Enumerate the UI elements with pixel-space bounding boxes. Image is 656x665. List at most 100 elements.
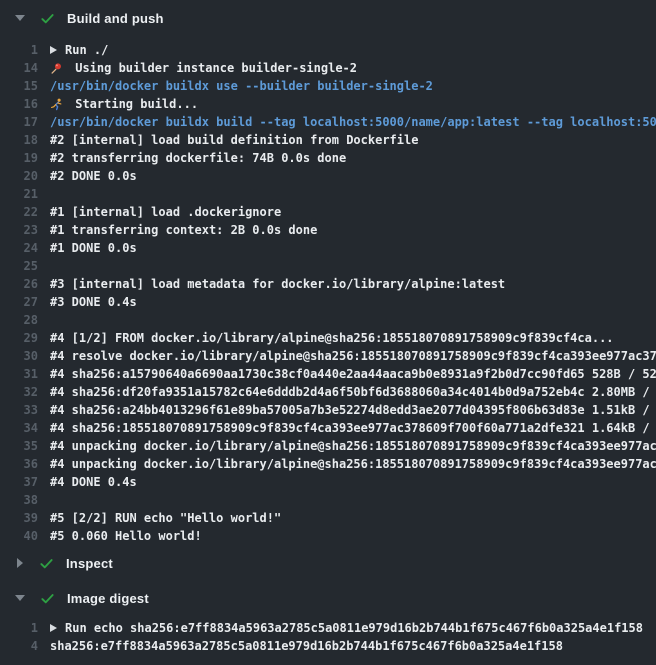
expand-arrow-icon[interactable]	[50, 46, 57, 54]
log-line: 35#4 unpacking docker.io/library/alpine@…	[0, 437, 656, 455]
log-line: 4 sha256:e7ff8834a5963a2785c5a0811e979d16…	[0, 637, 656, 655]
pushpin-icon	[50, 62, 63, 75]
line-number[interactable]: 30	[0, 349, 38, 363]
log-text: #4 [1/2] FROM docker.io/library/alpine@s…	[50, 331, 614, 345]
log-text-content: #5 [2/2] RUN echo "Hello world!"	[50, 511, 281, 525]
log-text-content: #4 sha256:185518070891758909c9f839cf4ca3…	[50, 421, 656, 435]
log-lines-build: 1 Run ./ 14 Using builder instance builder…	[0, 41, 656, 545]
line-number[interactable]: 16	[0, 97, 38, 111]
line-number[interactable]: 37	[0, 475, 38, 489]
log-text-content: sha256:e7ff8834a5963a2785c5a0811e979d16b…	[50, 639, 563, 653]
chevron-down-icon	[15, 15, 25, 21]
log-line: 40 #5 0.060 Hello world!	[0, 527, 656, 545]
line-number[interactable]: 20	[0, 169, 38, 183]
line-number[interactable]: 33	[0, 403, 38, 417]
line-number[interactable]: 14	[0, 61, 38, 75]
line-number[interactable]: 34	[0, 421, 38, 435]
line-number[interactable]: 40	[0, 529, 38, 543]
line-number[interactable]: 28	[0, 313, 38, 327]
line-number[interactable]: 31	[0, 367, 38, 381]
log-text: #3 DONE 0.4s	[50, 295, 137, 309]
log-text-content: #4 DONE 0.4s	[50, 475, 137, 489]
log-line: 17/usr/bin/docker buildx build --tag loc…	[0, 113, 656, 131]
line-number[interactable]: 38	[0, 493, 38, 507]
log-line: 38	[0, 491, 656, 509]
log-text: #4 unpacking docker.io/library/alpine@sh…	[50, 457, 656, 471]
log-text-content: #1 [internal] load .dockerignore	[50, 205, 281, 219]
check-success-icon	[40, 591, 55, 606]
log-line: 31 #4 sha256:a15790640a6690aa1730c38cf0a4…	[0, 365, 656, 383]
line-number[interactable]: 26	[0, 277, 38, 291]
section-title: Build and push	[67, 11, 164, 26]
log-text-content: #2 transferring dockerfile: 74B 0.0s don…	[50, 151, 346, 165]
section-header-image-digest[interactable]: Image digest	[0, 587, 656, 609]
line-number[interactable]: 39	[0, 511, 38, 525]
log-text: #3 [internal] load metadata for docker.i…	[50, 277, 505, 291]
line-number[interactable]: 23	[0, 223, 38, 237]
log-line: 32 #4 sha256:df20fa9351a15782c64e6dddb2d4…	[0, 383, 656, 401]
log-line: 15/usr/bin/docker buildx use --builder b…	[0, 77, 656, 95]
log-text: #4 sha256:a15790640a6690aa1730c38cf0a440…	[50, 367, 656, 381]
log-text-content: #4 resolve docker.io/library/alpine@sha2…	[50, 349, 656, 363]
section-inspect: Inspect	[0, 552, 656, 574]
log-line: 14 Using builder instance builder-single…	[0, 59, 656, 77]
line-number[interactable]: 4	[0, 639, 38, 653]
log-line: 18 #2 [internal] load build definition fr…	[0, 131, 656, 149]
line-number[interactable]: 32	[0, 385, 38, 399]
line-number[interactable]: 29	[0, 331, 38, 345]
line-number[interactable]: 24	[0, 241, 38, 255]
line-number[interactable]: 36	[0, 457, 38, 471]
log-line: 36 #4 unpacking docker.io/library/alpine@…	[0, 455, 656, 473]
log-text: #2 [internal] load build definition from…	[50, 133, 418, 147]
log-text-content: #2 DONE 0.0s	[50, 169, 137, 183]
line-number[interactable]: 17	[0, 115, 38, 129]
log-line: 28	[0, 311, 656, 329]
log-text-content: #1 transferring context: 2B 0.0s done	[50, 223, 317, 237]
section-header-inspect[interactable]: Inspect	[0, 552, 656, 574]
log-text-content: /usr/bin/docker buildx use --builder bui…	[50, 79, 433, 93]
log-text: #5 0.060 Hello world!	[50, 529, 202, 543]
log-line: 26 #3 [internal] load metadata for docker…	[0, 275, 656, 293]
log-text-content: #4 sha256:df20fa9351a15782c64e6dddb2d4a6…	[50, 385, 656, 399]
log-text: #4 resolve docker.io/library/alpine@sha2…	[50, 349, 656, 363]
log-text-content: #2 [internal] load build definition from…	[50, 133, 418, 147]
log-line: 27 #3 DONE 0.4s	[0, 293, 656, 311]
log-line: 19 #2 transferring dockerfile: 74B 0.0s d…	[0, 149, 656, 167]
check-success-icon	[39, 556, 54, 571]
log-text: sha256:e7ff8834a5963a2785c5a0811e979d16b…	[50, 639, 563, 653]
line-number[interactable]: 1	[0, 621, 38, 635]
line-number[interactable]: 22	[0, 205, 38, 219]
log-text: #1 [internal] load .dockerignore	[50, 205, 281, 219]
line-number[interactable]: 19	[0, 151, 38, 165]
log-line: 25	[0, 257, 656, 275]
line-number[interactable]: 25	[0, 259, 38, 273]
line-number[interactable]: 15	[0, 79, 38, 93]
line-number[interactable]: 27	[0, 295, 38, 309]
log-line: 22 #1 [internal] load .dockerignore	[0, 203, 656, 221]
log-text-content: Using builder instance builder-single-2	[75, 61, 357, 75]
log-text: #5 [2/2] RUN echo "Hello world!"	[50, 511, 281, 525]
expand-arrow-icon[interactable]	[50, 624, 57, 632]
log-text-content: Starting build...	[75, 97, 198, 111]
log-text: #4 sha256:185518070891758909c9f839cf4ca3…	[50, 421, 656, 435]
log-line: 1 Run echo sha256:e7ff8834a5963a2785c5a08…	[0, 619, 656, 637]
chevron-down-icon	[15, 595, 25, 601]
line-number[interactable]: 21	[0, 187, 38, 201]
log-line: 16 Starting build...	[0, 95, 656, 113]
section-header-build-and-push[interactable]: Build and push	[0, 7, 656, 29]
line-number[interactable]: 35	[0, 439, 38, 453]
log-line: 30 #4 resolve docker.io/library/alpine@sh…	[0, 347, 656, 365]
log-text: /usr/bin/docker buildx use --builder bui…	[50, 79, 433, 93]
log-text-content: Run echo sha256:e7ff8834a5963a2785c5a081…	[65, 621, 643, 635]
log-text: #4 sha256:df20fa9351a15782c64e6dddb2d4a6…	[50, 385, 656, 399]
log-text-content: #1 DONE 0.0s	[50, 241, 137, 255]
log-text: Run ./	[50, 43, 108, 57]
log-text-content: #3 [internal] load metadata for docker.i…	[50, 277, 505, 291]
line-number[interactable]: 1	[0, 43, 38, 57]
section-title: Image digest	[67, 591, 149, 606]
log-line: 33 #4 sha256:a24bb4013296f61e89ba57005a7b…	[0, 401, 656, 419]
log-text-content: #4 sha256:a24bb4013296f61e89ba57005a7b3e…	[50, 403, 656, 417]
log-line: 37 #4 DONE 0.4s	[0, 473, 656, 491]
line-number[interactable]: 18	[0, 133, 38, 147]
log-lines-image-digest: 1 Run echo sha256:e7ff8834a5963a2785c5a08…	[0, 619, 656, 655]
